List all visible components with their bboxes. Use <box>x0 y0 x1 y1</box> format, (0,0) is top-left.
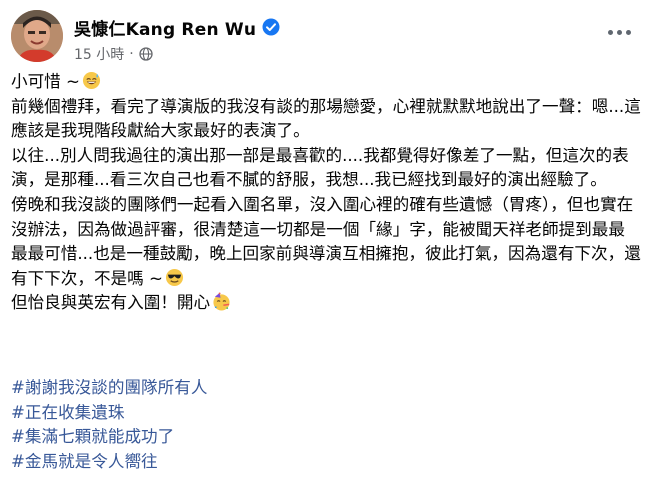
hashtag-link[interactable]: #金馬就是令人嚮往 <box>11 450 641 475</box>
post-body: 小可惜 ~ 前幾個禮拜，看完了導演版的我沒有談的那場戀愛，心裡就默默地說出了一聲… <box>11 70 641 316</box>
more-options-button[interactable] <box>601 14 637 50</box>
avatar-image <box>11 10 63 62</box>
grinning-sweat-emoji <box>82 71 101 90</box>
post-header: 吳慷仁Kang Ren Wu 15 小時 · <box>11 10 641 66</box>
more-dot <box>616 29 622 35</box>
author-row: 吳慷仁Kang Ren Wu <box>74 15 280 40</box>
author-name[interactable]: 吳慷仁Kang Ren Wu <box>74 15 256 40</box>
post-paragraph: 但怡良與英宏有入圍！開心 <box>11 291 641 316</box>
post-paragraph: 傍晚和我沒談的團隊們一起看入圍名單，沒入圍心裡的確有些遺憾（胃疼），但也實在沒辦… <box>11 193 641 291</box>
hashtag-list: #謝謝我沒談的團隊所有人 #正在收集遺珠 #集滿七顆就能成功了 #金馬就是令人嚮… <box>11 376 641 474</box>
meta-separator: · <box>129 46 134 62</box>
hashtag-link[interactable]: #集滿七顆就能成功了 <box>11 425 641 450</box>
post-timestamp[interactable]: 15 小時 <box>74 44 124 64</box>
post-text: 小可惜 ~ <box>11 72 80 91</box>
verified-badge-icon <box>262 18 280 36</box>
post-paragraph: 前幾個禮拜，看完了導演版的我沒有談的那場戀愛，心裡就默默地說出了一聲：嗯...這… <box>11 96 641 141</box>
more-dot <box>625 29 631 35</box>
post-paragraph: 以往...別人問我過往的演出那一部是最喜歡的....我都覺得好像差了一點，但這次… <box>11 145 629 190</box>
post-meta: 15 小時 · <box>74 44 153 64</box>
more-dot <box>607 29 613 35</box>
avatar[interactable] <box>11 10 63 62</box>
post-paragraph: 小可惜 ~ <box>11 70 641 95</box>
party-face-emoji <box>213 292 230 311</box>
post-text: 但怡良與英宏有入圍！開心 <box>11 293 211 313</box>
globe-icon[interactable] <box>139 47 153 61</box>
post-text: 傍晚和我沒談的團隊們一起看入圍名單，沒入圍心裡的確有些遺憾（胃疼），但也實在沒辦… <box>11 194 641 288</box>
hashtag-link[interactable]: #謝謝我沒談的團隊所有人 <box>11 376 641 401</box>
hashtag-link[interactable]: #正在收集遺珠 <box>11 401 641 426</box>
sunglasses-emoji <box>165 268 183 286</box>
